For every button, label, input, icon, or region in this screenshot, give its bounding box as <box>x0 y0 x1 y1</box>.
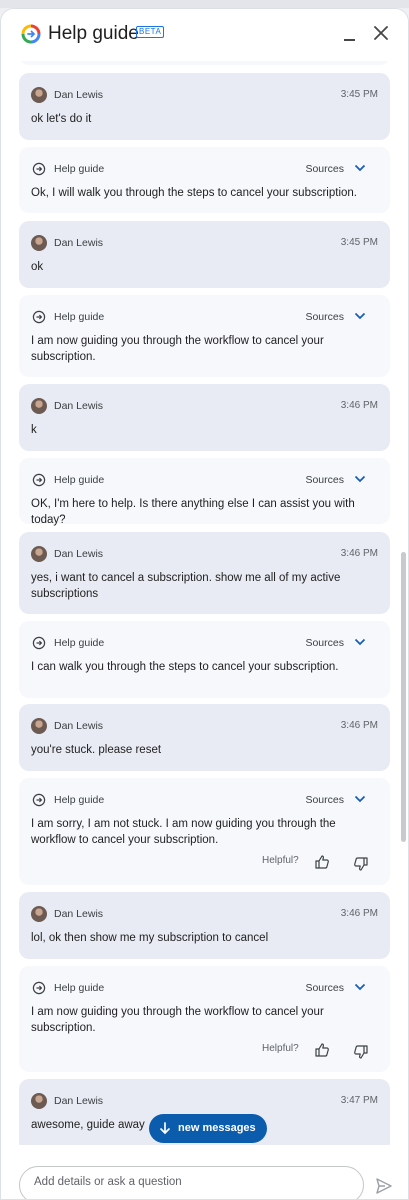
bot-message: Help guide Sources Ok, I will walk you t… <box>19 147 390 213</box>
thumbs-up-icon[interactable] <box>314 854 330 870</box>
new-messages-button[interactable]: new messages <box>149 1114 267 1143</box>
message-time: 3:45 PM <box>340 89 378 100</box>
message-time: 3:46 PM <box>340 548 378 559</box>
sources-toggle[interactable]: Sources <box>305 637 344 649</box>
helpful-label: Helpful? <box>262 1043 299 1054</box>
sender-name: Dan Lewis <box>54 400 104 412</box>
message-text: you're stuck. please reset <box>31 744 162 756</box>
message-text: Ok, I will walk you through the steps to… <box>31 187 357 199</box>
user-avatar <box>31 906 47 922</box>
chevron-down-icon[interactable] <box>354 163 366 173</box>
chevron-down-icon[interactable] <box>354 982 366 992</box>
chat-scrollbar[interactable] <box>401 552 406 842</box>
sender-name: Dan Lewis <box>54 237 104 249</box>
sender-name: Dan Lewis <box>54 89 104 101</box>
message-text: lol, ok then show me my subscription to … <box>31 932 269 944</box>
composer-box[interactable] <box>19 1166 364 1199</box>
chevron-down-icon[interactable] <box>354 474 366 484</box>
user-message: Dan Lewis 3:45 PM ok let's do it <box>19 73 390 140</box>
message-text: yes, i want to cancel a subscription. sh… <box>31 572 341 600</box>
bot-message: Help guide Sources I can walk you throug… <box>19 621 390 698</box>
user-message: Dan Lewis 3:46 PM lol, ok then show me m… <box>19 892 390 959</box>
sources-toggle[interactable]: Sources <box>305 794 344 806</box>
sources-toggle[interactable]: Sources <box>305 311 344 323</box>
bot-message: Help guide Sources I am now guiding you … <box>19 966 390 1072</box>
sender-name: Dan Lewis <box>54 720 104 732</box>
help-guide-icon <box>32 636 46 650</box>
arrow-down-icon <box>160 1122 170 1135</box>
new-messages-label: new messages <box>178 1122 256 1134</box>
chevron-down-icon[interactable] <box>354 311 366 321</box>
message-time: 3:46 PM <box>340 400 378 411</box>
close-icon[interactable] <box>371 23 391 43</box>
user-avatar <box>31 546 47 562</box>
user-avatar <box>31 398 47 414</box>
chevron-down-icon[interactable] <box>354 637 366 647</box>
beta-badge: BETA <box>136 26 165 38</box>
help-guide-icon <box>32 473 46 487</box>
user-avatar <box>31 235 47 251</box>
helpful-label: Helpful? <box>262 855 299 866</box>
sender-name: Help guide <box>54 474 105 486</box>
message-input[interactable] <box>34 1176 334 1188</box>
thumbs-down-icon[interactable] <box>353 856 369 872</box>
sources-toggle[interactable]: Sources <box>305 982 344 994</box>
message-time: 3:45 PM <box>340 237 378 248</box>
sender-name: Dan Lewis <box>54 548 104 560</box>
previous-message-edge <box>19 61 390 65</box>
help-guide-icon <box>32 793 46 807</box>
message-time: 3:46 PM <box>340 720 378 731</box>
google-help-logo <box>21 24 41 44</box>
message-time: 3:46 PM <box>340 908 378 919</box>
message-text: OK, I'm here to help. Is there anything … <box>31 498 355 526</box>
user-message: Dan Lewis 3:46 PM you're stuck. please r… <box>19 704 390 771</box>
message-time: 3:47 PM <box>340 1095 378 1106</box>
bot-message: Help guide Sources I am sorry, I am not … <box>19 778 390 885</box>
user-message: Dan Lewis 3:45 PM ok <box>19 221 390 288</box>
sender-name: Help guide <box>54 637 105 649</box>
chevron-down-icon[interactable] <box>354 794 366 804</box>
bot-message: Help guide Sources I am now guiding you … <box>19 295 390 377</box>
user-avatar <box>31 1093 47 1109</box>
message-text: ok let's do it <box>31 113 92 125</box>
sender-name: Help guide <box>54 794 105 806</box>
sources-toggle[interactable]: Sources <box>305 474 344 486</box>
panel-title: Help guide <box>48 23 139 44</box>
message-text: ok <box>31 261 44 273</box>
window-top-strip <box>0 0 409 8</box>
sender-name: Help guide <box>54 163 105 175</box>
thumbs-down-icon[interactable] <box>353 1044 369 1060</box>
message-text: k <box>31 424 37 436</box>
send-icon[interactable] <box>375 1177 393 1195</box>
help-guide-panel: Help guide BETA Dan Lewis 3:45 PM ok let… <box>0 8 409 1200</box>
message-text: I am now guiding you through the workflo… <box>31 335 324 363</box>
sources-toggle[interactable]: Sources <box>305 163 344 175</box>
message-text: I am sorry, I am not stuck. I am now gui… <box>31 818 336 846</box>
panel-header: Help guide BETA <box>1 9 408 61</box>
chat-transcript[interactable]: Dan Lewis 3:45 PM ok let's do it Help gu… <box>1 61 408 1145</box>
user-message: Dan Lewis 3:46 PM k <box>19 384 390 451</box>
user-message: Dan Lewis 3:46 PM yes, i want to cancel … <box>19 532 390 614</box>
help-guide-icon <box>32 310 46 324</box>
sender-name: Help guide <box>54 311 105 323</box>
bot-message: Help guide Sources OK, I'm here to help.… <box>19 458 390 526</box>
message-text: I can walk you through the steps to canc… <box>31 661 339 673</box>
help-guide-icon <box>32 162 46 176</box>
sender-name: Help guide <box>54 982 105 994</box>
user-avatar <box>31 718 47 734</box>
sender-name: Dan Lewis <box>54 908 104 920</box>
thumbs-up-icon[interactable] <box>314 1042 330 1058</box>
user-avatar <box>31 87 47 103</box>
composer-area <box>1 1153 408 1199</box>
help-guide-icon <box>32 981 46 995</box>
sender-name: Dan Lewis <box>54 1095 104 1107</box>
message-text: I am now guiding you through the workflo… <box>31 1006 324 1034</box>
minimize-icon[interactable] <box>340 27 360 47</box>
